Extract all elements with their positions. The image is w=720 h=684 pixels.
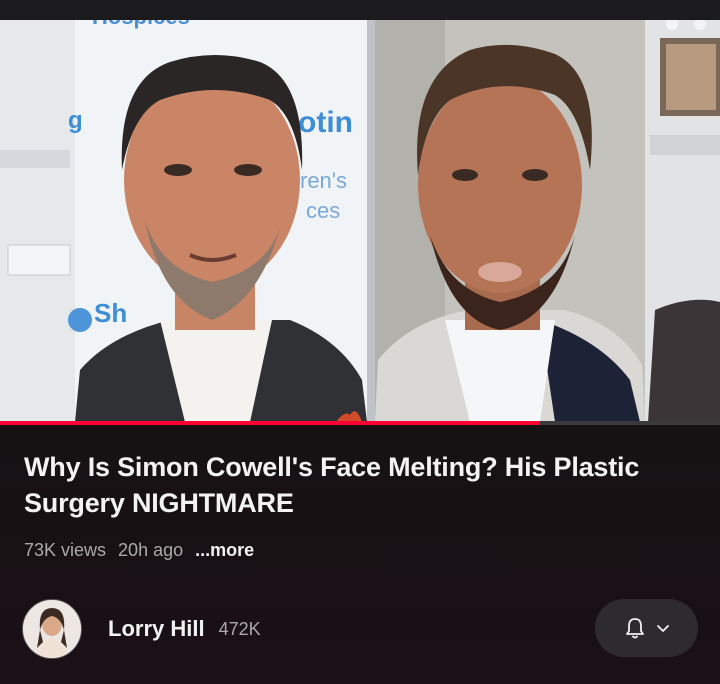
- upload-age: 20h ago: [118, 540, 184, 560]
- video-title[interactable]: Why Is Simon Cowell's Face Melting? His …: [24, 449, 684, 521]
- backdrop-text-low: Sh: [94, 298, 127, 328]
- video-watch-screen: Hospices otin ren's ces Sh g: [0, 0, 720, 684]
- bell-icon: [624, 616, 646, 640]
- more-button[interactable]: ...more: [195, 540, 254, 561]
- backdrop-text-top: Hospices: [92, 20, 190, 29]
- notification-subscribe-button[interactable]: [595, 599, 698, 657]
- view-count: 73K views: [24, 540, 107, 560]
- left-wall-panel: [0, 20, 75, 422]
- video-progress-bar[interactable]: [0, 421, 720, 425]
- subscriber-count: 472K: [218, 618, 261, 639]
- backdrop-text-mid-2: ren's: [300, 168, 347, 193]
- channel-row[interactable]: Lorry Hill 472K: [22, 598, 261, 660]
- video-progress-fill: [0, 421, 540, 425]
- video-thumbnail[interactable]: Hospices otin ren's ces Sh g: [0, 20, 720, 422]
- avatar[interactable]: [22, 599, 82, 659]
- backdrop-text-mid-1: otin: [298, 106, 353, 139]
- chevron-down-icon: [656, 623, 670, 633]
- top-strip: [0, 0, 720, 20]
- channel-name[interactable]: Lorry Hill: [108, 616, 205, 642]
- backdrop-left-mark: g: [68, 107, 83, 134]
- video-meta: 73K views 20h ago ...more: [24, 540, 254, 561]
- backdrop-text-mid-3: ces: [306, 198, 340, 223]
